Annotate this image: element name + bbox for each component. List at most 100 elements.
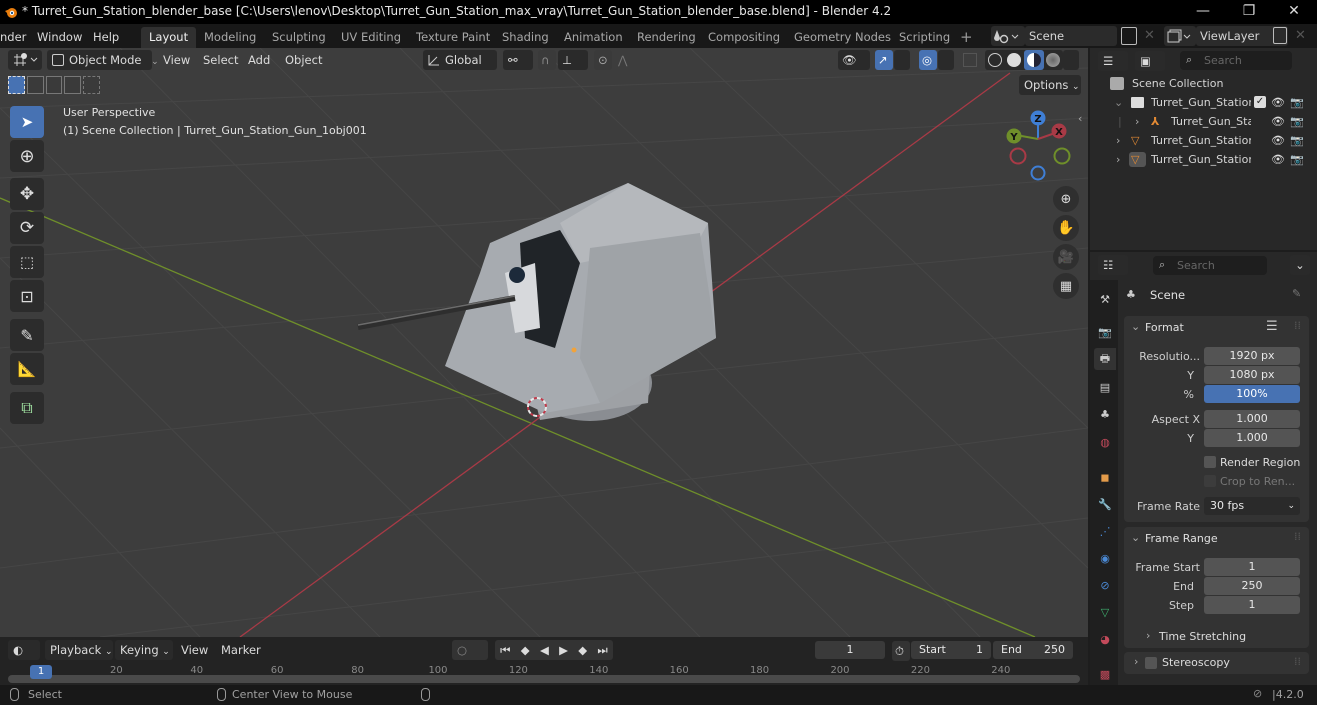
stereoscopy-label[interactable]: Stereoscopy xyxy=(1162,656,1230,669)
menu-view[interactable]: View xyxy=(163,50,190,70)
tab-render[interactable]: 📷 xyxy=(1094,321,1116,343)
playhead[interactable]: 1 xyxy=(30,665,52,679)
wireframe-shading-icon[interactable] xyxy=(988,53,1002,67)
xray-toggle-icon[interactable] xyxy=(963,53,977,67)
scene-selector-button[interactable] xyxy=(991,26,1025,46)
frame-step-field[interactable]: 1 xyxy=(1204,596,1300,614)
aspect-x-field[interactable]: 1.000 xyxy=(1204,410,1300,428)
select-subtract-icon[interactable] xyxy=(45,76,63,94)
shading-dropdown[interactable] xyxy=(1063,50,1079,70)
expand-chevron-icon[interactable]: › xyxy=(1116,131,1120,150)
snap-toggle-button[interactable]: ∩ xyxy=(538,50,556,70)
snap-target-button[interactable]: ⊥ xyxy=(558,50,588,70)
play-reverse-icon[interactable]: ◀ xyxy=(540,640,549,660)
menu-add[interactable]: Add xyxy=(248,50,270,70)
resolution-y-field[interactable]: 1080 px xyxy=(1204,366,1300,384)
pan-view-button[interactable]: ✋ xyxy=(1053,215,1079,241)
camera-render-icon[interactable]: 📷 xyxy=(1290,93,1304,112)
delete-scene-icon[interactable]: ✕ xyxy=(1144,28,1155,43)
tab-modeling[interactable]: Modeling xyxy=(196,27,264,48)
stereoscopy-checkbox[interactable] xyxy=(1145,657,1157,669)
sidebar-toggle-icon[interactable]: ‹ xyxy=(1078,112,1082,125)
menu-render[interactable]: nder xyxy=(0,28,26,46)
options-dropdown[interactable]: Options ⌄ xyxy=(1019,75,1081,95)
camera-render-icon[interactable]: 📷 xyxy=(1290,131,1304,150)
aspect-y-field[interactable]: 1.000 xyxy=(1204,429,1300,447)
move-tool[interactable]: ✥ xyxy=(10,178,44,210)
outliner-row[interactable]: ⌄ Turret_Gun_Station ✓ 👁 📷 xyxy=(1090,93,1317,112)
material-preview-button[interactable] xyxy=(1024,50,1044,70)
outliner-search-input[interactable]: ⌕ Search xyxy=(1180,51,1292,70)
tab-layout[interactable]: Layout xyxy=(141,27,197,48)
end-frame-field[interactable]: End 250 xyxy=(993,641,1073,659)
start-frame-field[interactable]: Start 1 xyxy=(911,641,991,659)
solid-shading-icon[interactable] xyxy=(1007,53,1021,67)
perspective-toggle-button[interactable]: ▦ xyxy=(1053,273,1079,299)
play-icon[interactable]: ▶ xyxy=(559,640,568,660)
tab-scripting[interactable]: Scripting xyxy=(891,27,958,48)
tab-data[interactable]: ▽ xyxy=(1094,601,1116,623)
prev-keyframe-icon[interactable]: ◆ xyxy=(521,640,530,660)
outliner-row-scene-collection[interactable]: Scene Collection xyxy=(1090,74,1317,93)
close-button[interactable]: ✕ xyxy=(1271,0,1317,24)
collapse-chevron-icon[interactable]: ⌄ xyxy=(1131,531,1140,544)
tab-rendering[interactable]: Rendering xyxy=(629,27,704,48)
frame-start-field[interactable]: 1 xyxy=(1204,558,1300,576)
outliner-row[interactable]: | › ⅄ Turret_Gun_Sta 👁 📷 xyxy=(1090,112,1317,131)
tab-particles[interactable]: ⋰ xyxy=(1094,520,1116,542)
menu-window[interactable]: Window xyxy=(37,28,82,46)
expand-chevron-icon[interactable]: › xyxy=(1146,629,1150,642)
timeline-marker-menu[interactable]: Marker xyxy=(221,640,261,660)
cursor-tool[interactable]: ⊕ xyxy=(10,140,44,172)
properties-search-input[interactable]: ⌕ Search xyxy=(1153,256,1267,275)
render-region-checkbox[interactable] xyxy=(1204,456,1216,468)
scene-name-field[interactable]: Scene xyxy=(1025,26,1117,46)
tab-geometry-nodes[interactable]: Geometry Nodes xyxy=(786,27,899,48)
collapse-chevron-icon[interactable]: ⌄ xyxy=(1131,320,1140,333)
tab-texture-paint[interactable]: Texture Paint xyxy=(408,27,498,48)
scale-tool[interactable]: ⬚ xyxy=(10,246,44,278)
tab-view-layer[interactable]: ▤ xyxy=(1094,376,1116,398)
visibility-selectability-button[interactable]: 👁 xyxy=(838,50,870,70)
editor-type-button[interactable] xyxy=(8,50,42,70)
tab-output[interactable]: 🖶 xyxy=(1094,348,1116,370)
proportional-edit-button[interactable]: ⊙ xyxy=(594,50,612,70)
tab-material[interactable]: ◕ xyxy=(1094,628,1116,650)
resolution-x-field[interactable]: 1920 px xyxy=(1204,347,1300,365)
delete-view-layer-icon[interactable]: ✕ xyxy=(1295,28,1306,43)
minimize-button[interactable]: — xyxy=(1180,0,1226,24)
tab-compositing[interactable]: Compositing xyxy=(700,27,788,48)
timeline-editor-type-button[interactable]: ◐ xyxy=(8,640,40,660)
select-box-tool[interactable]: ➤ xyxy=(10,106,44,138)
object-mode-dropdown[interactable]: Object Mode ⌄ xyxy=(47,50,159,70)
tab-world[interactable]: ◍ xyxy=(1094,431,1116,453)
jump-end-icon[interactable]: ⏭ xyxy=(597,640,607,660)
view-layer-selector-button[interactable] xyxy=(1164,26,1196,46)
frame-rate-dropdown[interactable]: 30 fps ⌄ xyxy=(1204,497,1300,515)
tab-animation[interactable]: Animation xyxy=(556,27,631,48)
expand-chevron-icon[interactable]: › xyxy=(1135,112,1139,131)
auto-keying-button[interactable]: ○ xyxy=(452,640,488,660)
rotate-tool[interactable]: ⟳ xyxy=(10,212,44,244)
tab-modifiers[interactable]: 🔧 xyxy=(1094,493,1116,515)
outliner-row[interactable]: › ▽ Turret_Gun_Station 👁 📷 xyxy=(1090,131,1317,150)
select-extend-icon[interactable] xyxy=(26,76,44,94)
tab-texture[interactable]: ▩ xyxy=(1094,663,1116,685)
gizmo-toggle-button[interactable]: ↗ xyxy=(875,50,893,70)
tab-tool[interactable]: ⚒ xyxy=(1094,288,1116,310)
add-workspace-button[interactable]: + xyxy=(960,28,973,46)
resolution-percent-field[interactable]: 100% xyxy=(1204,385,1300,403)
select-invert-icon[interactable] xyxy=(64,76,82,94)
drag-handle-icon[interactable]: ⁞⁞ xyxy=(1294,655,1301,668)
eye-icon[interactable]: 👁 xyxy=(1271,112,1285,131)
eye-icon[interactable]: 👁 xyxy=(1271,150,1285,169)
drag-handle-icon[interactable]: ⁞⁞ xyxy=(1294,530,1301,543)
tab-shading[interactable]: Shading xyxy=(494,27,557,48)
frame-ruler[interactable]: 20 40 60 80 100 120 140 160 180 200 220 240 xyxy=(0,665,1088,679)
eye-icon[interactable]: 👁 xyxy=(1271,131,1285,150)
overlay-toggle-button[interactable]: ◎ xyxy=(919,50,937,70)
transform-orientation-dropdown[interactable]: Global xyxy=(423,50,497,70)
outliner-editor-type-button[interactable]: ☰ xyxy=(1098,51,1128,71)
presets-list-icon[interactable]: ☰ xyxy=(1266,319,1278,334)
pin-icon[interactable]: ✎ xyxy=(1292,287,1301,300)
